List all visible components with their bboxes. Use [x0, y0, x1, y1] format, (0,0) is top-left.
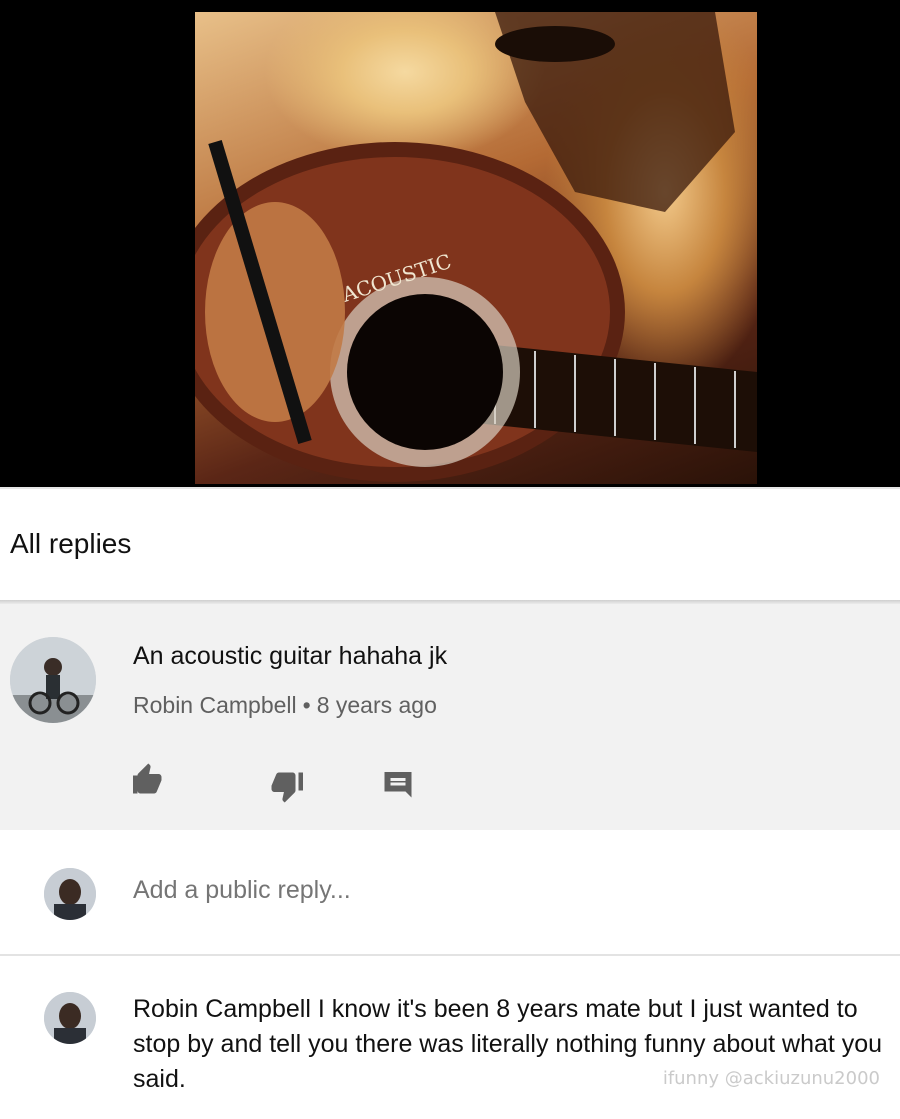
watermark: ifunny @ackiuzunu2000 — [662, 1068, 880, 1089]
add-reply-input[interactable] — [133, 876, 833, 905]
comment-text: An acoustic guitar hahaha jk — [133, 642, 448, 670]
replies-title: All replies — [10, 528, 132, 559]
divider — [0, 487, 900, 489]
comment-thread: An acoustic guitar hahaha jk Robin Campb… — [0, 604, 900, 830]
comment-meta: Robin Campbell • 8 years ago — [133, 692, 437, 719]
comment-author[interactable]: Robin Campbell — [133, 692, 297, 718]
reply-icon[interactable] — [380, 766, 416, 802]
thumbs-down-icon[interactable] — [270, 768, 306, 804]
video-thumbnail[interactable]: ACOUSTIC — [195, 12, 757, 484]
avatar-image — [10, 637, 96, 723]
comment-time: 8 years ago — [316, 692, 437, 718]
guitar-artwork: ACOUSTIC — [195, 12, 757, 482]
add-reply-row — [0, 830, 900, 954]
user-avatar-image — [44, 868, 96, 920]
reply-item: Robin Campbell I know it's been 8 years … — [0, 956, 900, 1119]
video-player[interactable]: ACOUSTIC — [0, 0, 900, 487]
thumbs-up-icon[interactable] — [130, 762, 166, 798]
user-avatar[interactable] — [44, 992, 96, 1044]
meta-separator: • — [302, 692, 311, 718]
comment-actions — [130, 762, 430, 803]
user-avatar[interactable] — [44, 868, 96, 920]
user-avatar-image — [44, 992, 96, 1044]
avatar[interactable] — [10, 637, 96, 723]
